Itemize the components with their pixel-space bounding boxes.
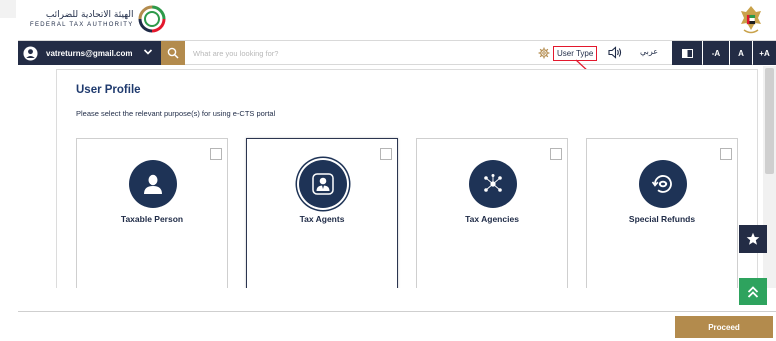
search-icon: [167, 47, 179, 59]
card-checkbox[interactable]: [380, 148, 392, 160]
card-label: Special Refunds: [628, 214, 696, 224]
account-email: vatreturns@gmail.com: [46, 48, 133, 58]
scroll-to-top-button[interactable]: [739, 278, 767, 305]
double-chevron-up-icon: [747, 285, 759, 298]
fta-logo-mark-icon: [138, 5, 166, 33]
card-tax-agencies[interactable]: Tax Agencies: [416, 138, 568, 288]
user-avatar-icon: [23, 45, 38, 61]
fta-logo[interactable]: الهيئة الاتحادية للضرائب FEDERAL TAX AUT…: [30, 4, 166, 34]
refund-icon: [651, 175, 672, 193]
scrollbar-thumb[interactable]: [765, 68, 774, 174]
person-icon: [144, 174, 162, 194]
proceed-button[interactable]: Proceed: [675, 316, 773, 338]
corner-notch: [0, 0, 16, 18]
user-profile-panel: User Profile Please select the relevant …: [56, 69, 758, 288]
card-checkbox[interactable]: [720, 148, 732, 160]
site-header: الهيئة الاتحادية للضرائب FEDERAL TAX AUT…: [0, 0, 776, 40]
card-checkbox[interactable]: [210, 148, 222, 160]
footer-divider: [18, 311, 776, 312]
font-increase-button[interactable]: +A: [753, 41, 776, 65]
nav-bar: vatreturns@gmail.com User Type عربي: [18, 40, 776, 65]
card-tax-agents[interactable]: Tax Agents: [246, 138, 398, 288]
card-label: Taxable Person: [120, 214, 184, 224]
language-toggle[interactable]: عربي: [640, 47, 658, 56]
card-label: Tax Agents: [299, 214, 345, 224]
uae-emblem-icon: [741, 6, 761, 34]
chevron-down-icon[interactable]: [143, 47, 153, 57]
card-icon-circle: [639, 160, 687, 208]
page-subtitle: Please select the relevant purpose(s) fo…: [76, 109, 276, 118]
agencies-icon: [484, 174, 502, 192]
card-icon-circle: [469, 160, 517, 208]
contrast-toggle[interactable]: [672, 41, 702, 65]
card-icon-circle: [299, 160, 347, 208]
card-checkbox[interactable]: [550, 148, 562, 160]
search-button[interactable]: [161, 41, 185, 65]
page-title: User Profile: [76, 84, 141, 96]
card-label: Tax Agencies: [465, 214, 519, 224]
search-input[interactable]: [193, 45, 523, 61]
card-special-refunds[interactable]: Special Refunds: [586, 138, 738, 288]
logo-arabic-text: الهيئة الاتحادية للضرائب: [45, 10, 134, 20]
favorites-button[interactable]: [739, 225, 767, 253]
star-icon: [746, 232, 760, 245]
agent-icon: [312, 173, 334, 195]
font-decrease-button[interactable]: -A: [703, 41, 729, 65]
gear-icon: [538, 47, 550, 59]
card-icon-circle: [129, 160, 177, 208]
logo-english-text: FEDERAL TAX AUTHORITY: [30, 22, 134, 28]
card-taxable-person[interactable]: Taxable Person: [76, 138, 228, 288]
logo-text: الهيئة الاتحادية للضرائب FEDERAL TAX AUT…: [30, 9, 134, 29]
font-default-button[interactable]: A: [730, 41, 752, 65]
speaker-icon[interactable]: [608, 46, 622, 59]
contrast-icon: [681, 48, 693, 58]
account-menu[interactable]: vatreturns@gmail.com: [18, 41, 161, 65]
